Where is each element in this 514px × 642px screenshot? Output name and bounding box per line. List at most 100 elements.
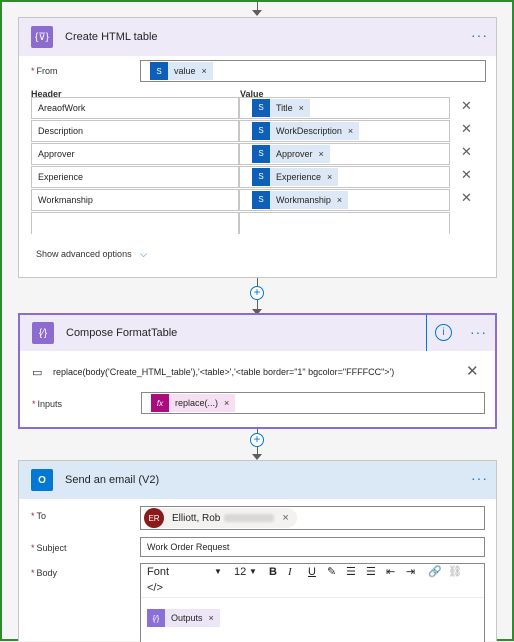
- recipient-chip[interactable]: ER Elliott, Rob ×: [144, 508, 297, 528]
- header-divider: [426, 315, 427, 351]
- numbered-list-icon[interactable]: ☰: [366, 565, 376, 578]
- subject-field[interactable]: Work Order Request: [140, 537, 485, 557]
- link-icon[interactable]: 🔗: [428, 565, 442, 578]
- token-label: Workmanship: [276, 195, 331, 205]
- compose-icon: {⁄}: [147, 609, 165, 627]
- value-cell[interactable]: S Title ×: [239, 97, 450, 119]
- font-size-dropdown-icon[interactable]: ▼: [249, 567, 257, 576]
- send-email-card: O Send an email (V2) ··· * To ER Elliott,…: [18, 460, 497, 642]
- data-operation-icon: {⊽}: [31, 26, 53, 48]
- token-label: Title: [276, 103, 293, 113]
- header-cell[interactable]: Workmanship: [31, 189, 239, 211]
- remove-token-icon[interactable]: ×: [209, 613, 214, 623]
- card-title: Send an email (V2): [65, 474, 160, 486]
- inputs-field[interactable]: fx replace(...) ×: [141, 392, 485, 414]
- token-label: WorkDescription: [276, 126, 342, 136]
- outlook-icon: O: [31, 469, 53, 491]
- remove-row-icon[interactable]: ✕: [461, 190, 472, 206]
- font-select[interactable]: Font: [147, 566, 169, 578]
- create-html-table-header[interactable]: {⊽} Create HTML table ···: [19, 18, 496, 56]
- sharepoint-icon: S: [252, 168, 270, 186]
- connector-line: [257, 2, 258, 10]
- compose-header[interactable]: {⁄} Compose FormatTable i ···: [20, 315, 495, 351]
- value-token[interactable]: S Workmanship ×: [252, 190, 349, 210]
- from-label: * From: [31, 66, 58, 76]
- from-field[interactable]: S value ×: [140, 60, 486, 82]
- font-size-select[interactable]: 12: [234, 566, 246, 578]
- header-cell[interactable]: Description: [31, 120, 239, 142]
- inputs-token[interactable]: fx replace(...) ×: [151, 394, 236, 412]
- body-editor[interactable]: Font ▼ 12 ▼ B I U ✎ ☰ ☰ ⇤ ⇥ 🔗 ⛓ </> {⁄} …: [140, 563, 485, 642]
- redacted-email: [224, 514, 275, 522]
- more-options-icon[interactable]: ···: [471, 471, 488, 485]
- close-icon[interactable]: ✕: [466, 362, 479, 380]
- remove-token-icon[interactable]: ×: [224, 398, 229, 408]
- more-options-icon[interactable]: ···: [470, 325, 487, 339]
- outputs-token[interactable]: {⁄} Outputs ×: [147, 609, 220, 627]
- remove-row-icon[interactable]: ✕: [461, 144, 472, 160]
- highlight-icon[interactable]: ✎: [327, 565, 336, 578]
- toolbar-divider: [141, 597, 484, 598]
- value-token[interactable]: S WorkDescription ×: [252, 121, 360, 141]
- remove-token-icon[interactable]: ×: [299, 98, 304, 118]
- recipient-name: Elliott, Rob: [172, 512, 221, 524]
- value-cell[interactable]: S Approver ×: [239, 143, 450, 165]
- header-cell[interactable]: AreaofWork: [31, 97, 239, 119]
- info-icon[interactable]: i: [435, 324, 452, 341]
- sharepoint-icon: S: [252, 145, 270, 163]
- advanced-label: Show advanced options: [36, 249, 132, 259]
- unlink-icon[interactable]: ⛓: [448, 565, 462, 578]
- remove-recipient-icon[interactable]: ×: [282, 512, 288, 524]
- from-token[interactable]: S value ×: [150, 62, 213, 80]
- value-cell[interactable]: S Workmanship ×: [239, 189, 450, 211]
- to-field[interactable]: ER Elliott, Rob ×: [140, 506, 485, 530]
- sharepoint-icon: S: [252, 99, 270, 117]
- token-label: Experience: [276, 172, 322, 182]
- token-label: replace(...): [175, 398, 219, 408]
- header-cell[interactable]: Experience: [31, 166, 239, 188]
- body-label: * Body: [31, 568, 58, 578]
- value-token[interactable]: S Title ×: [252, 99, 310, 117]
- remove-token-icon[interactable]: ×: [202, 66, 207, 76]
- expression-fx-icon: fx: [151, 394, 169, 412]
- expression-comment: replace(body('Create_HTML_table'),'<tabl…: [53, 367, 395, 377]
- remove-row-icon[interactable]: ✕: [461, 98, 472, 114]
- compose-icon: {⁄}: [32, 322, 54, 344]
- value-token[interactable]: S Experience ×: [252, 167, 339, 187]
- add-step-icon[interactable]: +: [250, 433, 264, 447]
- value-cell[interactable]: S Experience ×: [239, 166, 450, 188]
- avatar: ER: [144, 508, 164, 528]
- value-token[interactable]: S Approver ×: [252, 145, 330, 163]
- remove-row-icon[interactable]: ✕: [461, 121, 472, 137]
- more-options-icon[interactable]: ···: [471, 28, 488, 42]
- card-title: Compose FormatTable: [66, 327, 178, 339]
- add-step-icon[interactable]: +: [250, 286, 264, 300]
- chevron-down-icon: ⌵: [140, 249, 147, 259]
- decrease-indent-icon[interactable]: ⇤: [386, 565, 395, 578]
- token-label: value: [174, 66, 196, 76]
- bold-icon[interactable]: B: [269, 566, 277, 578]
- body-toolbar: Font ▼ 12 ▼ B I U ✎ ☰ ☰ ⇤ ⇥ 🔗 ⛓: [141, 564, 484, 582]
- to-label: * To: [31, 511, 47, 521]
- font-dropdown-icon[interactable]: ▼: [214, 567, 222, 576]
- italic-icon[interactable]: I: [288, 566, 292, 578]
- remove-row-icon[interactable]: ✕: [461, 167, 472, 183]
- remove-token-icon[interactable]: ×: [319, 144, 324, 164]
- remove-token-icon[interactable]: ×: [337, 190, 342, 210]
- bulleted-list-icon[interactable]: ☰: [346, 565, 356, 578]
- card-title: Create HTML table: [65, 31, 158, 43]
- token-label: Approver: [276, 149, 313, 159]
- increase-indent-icon[interactable]: ⇥: [406, 565, 415, 578]
- remove-token-icon[interactable]: ×: [327, 167, 332, 187]
- empty-value-cell[interactable]: [239, 212, 450, 234]
- show-advanced-options[interactable]: Show advanced options ⌵: [36, 249, 147, 260]
- sharepoint-icon: S: [252, 122, 270, 140]
- remove-token-icon[interactable]: ×: [348, 121, 353, 141]
- header-cell[interactable]: Approver: [31, 143, 239, 165]
- send-email-header[interactable]: O Send an email (V2) ···: [19, 461, 496, 499]
- empty-header-cell[interactable]: [31, 212, 239, 234]
- compose-card: {⁄} Compose FormatTable i ··· ▭ replace(…: [18, 313, 497, 429]
- code-view-icon[interactable]: </>: [147, 582, 163, 594]
- underline-icon[interactable]: U: [308, 566, 316, 578]
- value-cell[interactable]: S WorkDescription ×: [239, 120, 450, 142]
